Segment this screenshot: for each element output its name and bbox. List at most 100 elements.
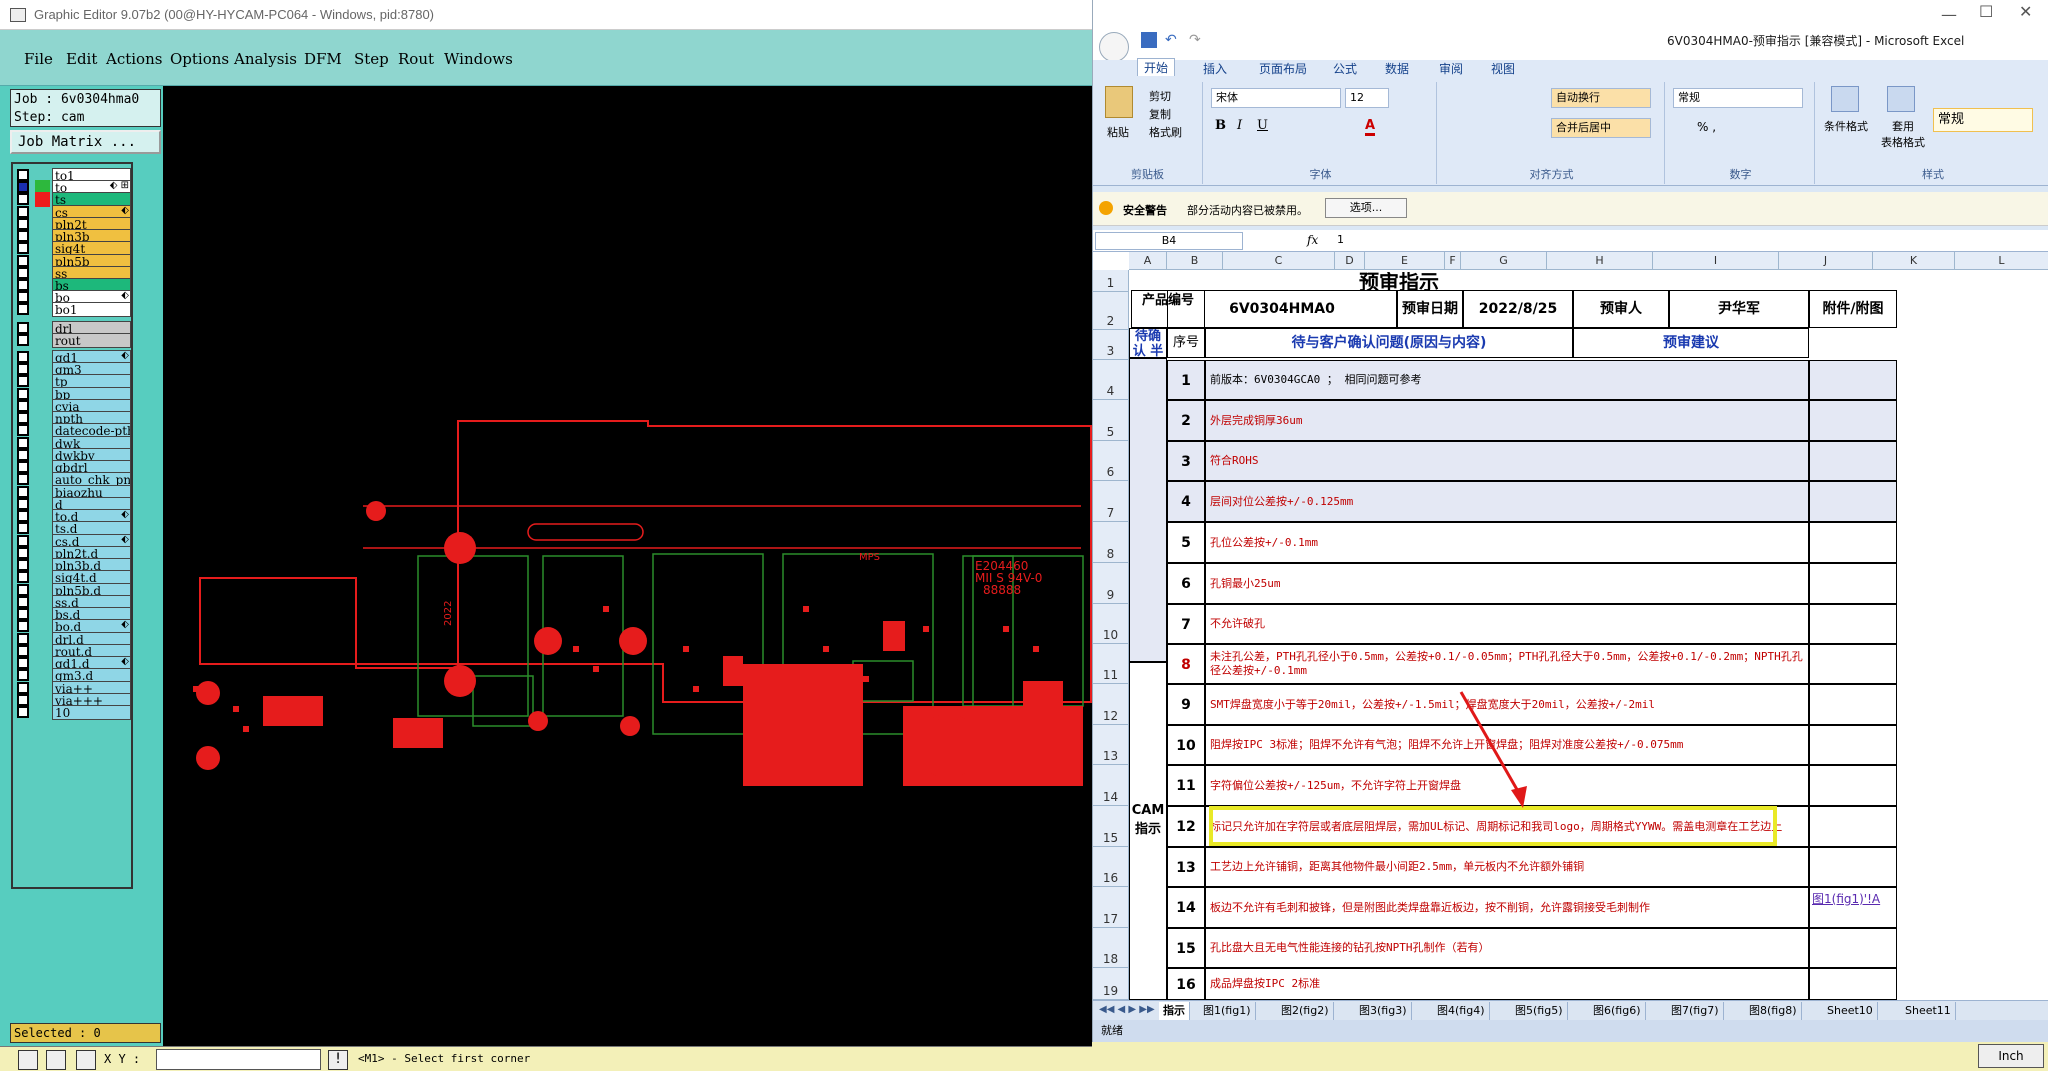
table-format-icon[interactable] — [1887, 86, 1915, 112]
label-issue[interactable]: 待与客户确认问题(原因与内容) — [1205, 328, 1573, 358]
layer-checkbox[interactable] — [17, 571, 29, 583]
review-date[interactable]: 2022/8/25 — [1463, 290, 1573, 328]
measure-tool-icon[interactable] — [46, 1050, 66, 1070]
column-header[interactable]: F — [1445, 252, 1461, 270]
row-header[interactable]: 18 — [1093, 928, 1129, 968]
wrap-text-button[interactable]: 自动换行 — [1551, 88, 1651, 108]
menu-analysis[interactable]: Analysis — [234, 50, 297, 68]
label-confirm[interactable]: 待确认 半检讨 — [1129, 328, 1167, 358]
row-header[interactable]: 4 — [1093, 360, 1129, 400]
sheet-tab[interactable]: 图1(fig1) — [1199, 1002, 1256, 1020]
issue-cell[interactable]: 孔铜最小25um — [1205, 563, 1809, 604]
issue-cell[interactable]: 成品焊盘按IPC 2标准 — [1205, 968, 1809, 1000]
name-box[interactable]: B4 — [1095, 232, 1243, 250]
maximize-icon[interactable]: ☐ — [1979, 2, 1993, 21]
attachment-cell[interactable] — [1809, 806, 1897, 847]
row-header[interactable]: 11 — [1093, 644, 1129, 684]
attachment-cell[interactable] — [1809, 847, 1897, 887]
office-button-icon[interactable] — [1099, 32, 1129, 62]
row-header[interactable]: 14 — [1093, 765, 1129, 806]
row-header[interactable]: 19 — [1093, 968, 1129, 1000]
column-header[interactable]: L — [1955, 252, 2048, 270]
menu-dfm[interactable]: DFM — [304, 50, 342, 68]
underline-button[interactable]: U — [1257, 118, 1268, 133]
attachment-cell[interactable]: 图1(fig1)'!A — [1809, 887, 1897, 928]
merge-center-button[interactable]: 合并后居中 — [1551, 118, 1651, 138]
issue-cell[interactable]: 外层完成铜厚36um — [1205, 400, 1809, 441]
menu-actions[interactable]: Actions — [106, 50, 162, 68]
seq-cell[interactable]: 15 — [1167, 928, 1205, 968]
row-header[interactable]: 6 — [1093, 441, 1129, 481]
seq-cell[interactable]: 1 — [1167, 360, 1205, 400]
attachment-cell[interactable] — [1809, 360, 1897, 400]
layer-row[interactable]: 10 — [15, 705, 131, 720]
attachment-cell[interactable] — [1809, 604, 1897, 644]
grid-tool-icon[interactable] — [76, 1050, 96, 1070]
column-header[interactable]: E — [1365, 252, 1445, 270]
issue-cell[interactable]: 孔位公差按+/-0.1mm — [1205, 522, 1809, 563]
sheet-tab[interactable]: Sheet10 — [1823, 1002, 1878, 1020]
issue-cell[interactable]: 工艺边上允许铺铜，距离其他物件最小间距2.5mm，单元板内不允许额外铺铜 — [1205, 847, 1809, 887]
row-header[interactable]: 16 — [1093, 847, 1129, 887]
sheet-tab[interactable]: 图3(fig3) — [1355, 1002, 1412, 1020]
row-header[interactable]: 17 — [1093, 887, 1129, 928]
attachment-cell[interactable] — [1809, 725, 1897, 765]
save-icon[interactable] — [1141, 32, 1157, 48]
attachment-cell[interactable] — [1809, 968, 1897, 1000]
seq-cell[interactable]: 9 — [1167, 684, 1205, 725]
attachment-cell[interactable] — [1809, 765, 1897, 806]
reviewer-name[interactable]: 尹华军 — [1669, 290, 1809, 328]
row-header[interactable]: 15 — [1093, 806, 1129, 847]
menu-file[interactable]: File — [24, 50, 53, 68]
menu-windows[interactable]: Windows — [444, 50, 513, 68]
sheet-nav-icon[interactable]: ◀◀ ◀ ▶ ▶▶ — [1099, 1004, 1155, 1015]
layer-checkbox[interactable] — [17, 193, 29, 205]
layer-name[interactable]: 10 — [52, 705, 131, 720]
layer-checkbox[interactable] — [17, 669, 29, 681]
redo-icon[interactable]: ↷ — [1189, 32, 1201, 48]
layer-checkbox[interactable] — [17, 424, 29, 436]
close-icon[interactable]: ✕ — [2019, 2, 2032, 21]
fx-icon[interactable]: fx — [1307, 233, 1318, 247]
row-header[interactable]: 7 — [1093, 481, 1129, 522]
xy-input[interactable] — [156, 1049, 321, 1070]
units-button[interactable]: Inch — [1978, 1044, 2044, 1068]
conditional-format-button[interactable]: 条件格式 — [1817, 118, 1875, 134]
font-color-button[interactable]: A — [1365, 118, 1376, 136]
label-reviewer[interactable]: 预审人 — [1573, 290, 1669, 328]
issue-cell[interactable]: 前版本：6V0304GCA0 ； 相同问题可参考 — [1205, 360, 1809, 400]
format-painter-button[interactable]: 格式刷 — [1149, 124, 1182, 140]
seq-cell[interactable]: 5 — [1167, 522, 1205, 563]
cut-button[interactable]: 剪切 — [1149, 88, 1171, 104]
column-header[interactable]: I — [1653, 252, 1779, 270]
sheet-title[interactable]: 预审指示 — [1223, 272, 1575, 290]
label-seq[interactable]: 序号 — [1167, 328, 1205, 358]
row-header[interactable]: 8 — [1093, 522, 1129, 563]
layer-checkbox[interactable] — [17, 473, 29, 485]
layer-checkbox[interactable] — [17, 242, 29, 254]
seq-cell[interactable]: 11 — [1167, 765, 1205, 806]
pcb-canvas[interactable]: E204460 MII S 94V-0 88888 MPS 2022 — [163, 86, 1092, 1046]
sheet-tab[interactable]: 图5(fig5) — [1511, 1002, 1568, 1020]
seq-cell[interactable]: 8 — [1167, 644, 1205, 684]
column-header[interactable]: D — [1335, 252, 1365, 270]
tab-home[interactable]: 开始 — [1137, 58, 1176, 76]
font-size-select[interactable]: 12 — [1345, 88, 1389, 108]
worksheet-grid[interactable]: A B C D E F G H I J K L 1 2 3 4 5 6 7 8 9 10 11 12 13 14 15 16 17 18 1… — [1093, 252, 2048, 1000]
paste-icon[interactable] — [1105, 86, 1133, 118]
bold-button[interactable]: B — [1215, 118, 1226, 133]
issue-cell[interactable]: 板边不允许有毛刺和披锋，但是附图此类焊盘靠近板边，按不削铜，允许露铜接受毛刺制作 — [1205, 887, 1809, 928]
security-options-button[interactable]: 选项... — [1325, 198, 1407, 218]
font-name-select[interactable]: 宋体 — [1211, 88, 1341, 108]
column-header[interactable]: K — [1873, 252, 1955, 270]
menu-rout[interactable]: Rout — [398, 50, 434, 68]
row-header[interactable]: 3 — [1093, 330, 1129, 360]
sheet-tab[interactable]: 图7(fig7) — [1667, 1002, 1724, 1020]
seq-cell[interactable]: 10 — [1167, 725, 1205, 765]
product-code[interactable]: 6V0304HMA0 — [1167, 290, 1397, 328]
layer-checkbox[interactable] — [17, 375, 29, 387]
attachment-cell[interactable] — [1809, 684, 1897, 725]
issue-cell[interactable]: 阻焊按IPC 3标准；阻焊不允许有气泡；阻焊不允许上开窗焊盘；阻焊对准度公差按+… — [1205, 725, 1809, 765]
issue-cell[interactable]: 孔比盘大且无电气性能连接的钻孔按NPTH孔制作（若有） — [1205, 928, 1809, 968]
row-header[interactable]: 5 — [1093, 400, 1129, 441]
